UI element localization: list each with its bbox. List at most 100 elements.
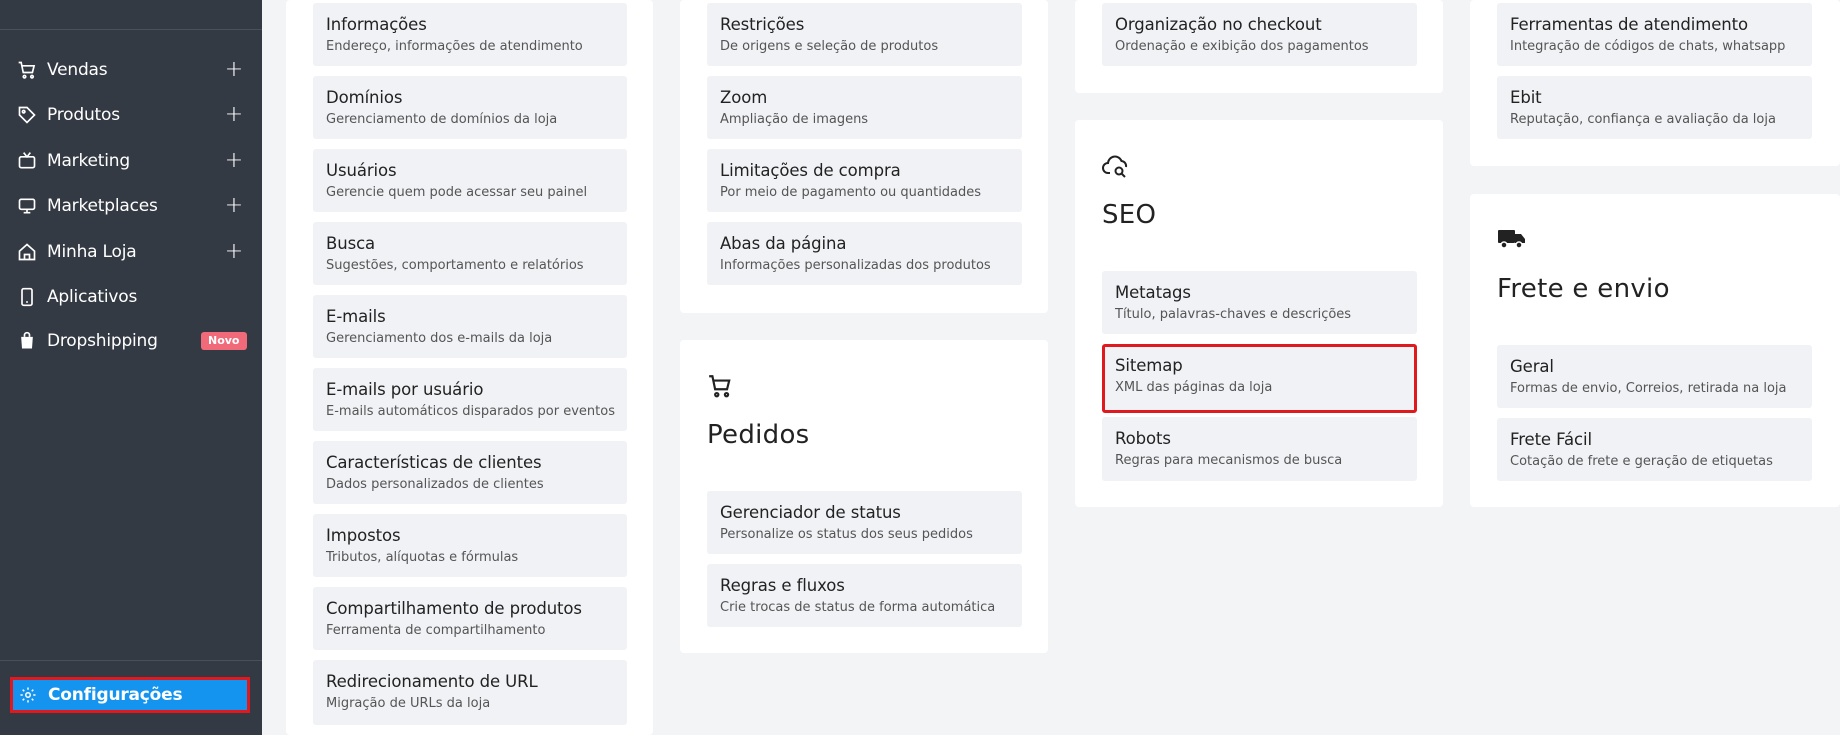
- settings-item-emails[interactable]: E-mails Gerenciamento dos e-mails da loj…: [313, 295, 627, 358]
- item-description: Sugestões, comportamento e relatórios: [326, 258, 584, 273]
- tag-icon: [17, 105, 37, 125]
- sidebar-item-aplicativos[interactable]: Aplicativos: [0, 279, 262, 315]
- item-description: Gerenciamento dos e-mails da loja: [326, 331, 553, 346]
- item-description: Crie trocas de status de forma automátic…: [720, 600, 996, 615]
- card-title: SEO: [1102, 200, 1157, 230]
- sidebar-item-label: Configurações: [48, 685, 183, 705]
- item-description: De origens e seleção de produtos: [720, 39, 939, 54]
- settings-item-metatags[interactable]: Metatags Título, palavras-chaves e descr…: [1102, 271, 1417, 334]
- item-title: Gerenciador de status: [720, 503, 901, 522]
- item-description: Ferramenta de compartilhamento: [326, 623, 546, 638]
- settings-card-seo: SEO Metatags Título, palavras-chaves e d…: [1075, 120, 1443, 507]
- sidebar-item-label: Minha Loja: [47, 242, 137, 262]
- item-description: Título, palavras-chaves e descrições: [1115, 307, 1352, 322]
- item-description: Tributos, alíquotas e fórmulas: [326, 550, 519, 565]
- sidebar-item-label: Aplicativos: [47, 287, 138, 307]
- item-description: Por meio de pagamento ou quantidades: [720, 185, 982, 200]
- gear-icon: [18, 685, 38, 705]
- sidebar-item-minha-loja[interactable]: Minha Loja +: [0, 234, 262, 270]
- sidebar-item-vendas[interactable]: Vendas +: [0, 52, 262, 88]
- item-title: Robots: [1115, 429, 1171, 448]
- expand-plus-icon[interactable]: +: [224, 195, 244, 217]
- settings-item-caracteristicas-clientes[interactable]: Características de clientes Dados person…: [313, 441, 627, 504]
- settings-card-frete: Frete e envio Geral Formas de envio, Cor…: [1470, 194, 1840, 507]
- item-description: Migração de URLs da loja: [326, 696, 491, 711]
- sidebar-item-marketing[interactable]: Marketing +: [0, 143, 262, 179]
- sidebar-item-dropshipping[interactable]: Dropshipping Novo: [0, 323, 262, 359]
- item-description: Dados personalizados de clientes: [326, 477, 544, 492]
- settings-card-produtos: Restrições De origens e seleção de produ…: [680, 0, 1048, 313]
- item-description: Reputação, confiança e avaliação da loja: [1510, 112, 1776, 127]
- settings-item-gerenciador-status[interactable]: Gerenciador de status Personalize os sta…: [707, 491, 1022, 554]
- item-title: Metatags: [1115, 283, 1191, 302]
- item-title: Organização no checkout: [1115, 15, 1322, 34]
- expand-plus-icon[interactable]: +: [224, 241, 244, 263]
- monitor-icon: [17, 196, 37, 216]
- item-title: Geral: [1510, 357, 1554, 376]
- settings-item-ferramentas-atendimento[interactable]: Ferramentas de atendimento Integração de…: [1497, 3, 1812, 66]
- divider: [0, 660, 262, 661]
- divider: [0, 29, 262, 30]
- settings-item-informacoes[interactable]: Informações Endereço, informações de ate…: [313, 3, 627, 66]
- settings-item-frete-facil[interactable]: Frete Fácil Cotação de frete e geração d…: [1497, 418, 1812, 481]
- item-title: Zoom: [720, 88, 768, 107]
- cloud-search-icon: [1102, 153, 1134, 185]
- item-title: Frete Fácil: [1510, 430, 1592, 449]
- settings-card-pagamentos: Organização no checkout Ordenação e exib…: [1075, 0, 1443, 93]
- item-description: Endereço, informações de atendimento: [326, 39, 583, 54]
- settings-item-limitacoes[interactable]: Limitações de compra Por meio de pagamen…: [707, 149, 1022, 212]
- home-icon: [17, 242, 37, 262]
- item-description: Informações personalizadas dos produtos: [720, 258, 991, 273]
- sidebar-item-label: Vendas: [47, 60, 108, 80]
- new-badge: Novo: [201, 332, 247, 350]
- item-title: Domínios: [326, 88, 403, 107]
- item-title: Redirecionamento de URL: [326, 672, 538, 691]
- settings-item-regras-fluxos[interactable]: Regras e fluxos Crie trocas de status de…: [707, 564, 1022, 627]
- expand-plus-icon[interactable]: +: [224, 150, 244, 172]
- item-title: Características de clientes: [326, 453, 542, 472]
- sidebar-item-label: Dropshipping: [47, 331, 158, 351]
- settings-card-pedidos: Pedidos Gerenciador de status Personaliz…: [680, 340, 1048, 653]
- settings-item-restricoes[interactable]: Restrições De origens e seleção de produ…: [707, 3, 1022, 66]
- item-title: Busca: [326, 234, 376, 253]
- settings-item-compartilhamento[interactable]: Compartilhamento de produtos Ferramenta …: [313, 587, 627, 650]
- settings-item-zoom[interactable]: Zoom Ampliação de imagens: [707, 76, 1022, 139]
- cart-icon: [707, 373, 739, 405]
- sidebar-item-label: Marketing: [47, 151, 130, 171]
- settings-item-usuarios[interactable]: Usuários Gerencie quem pode acessar seu …: [313, 149, 627, 212]
- settings-card-general: Informações Endereço, informações de ate…: [286, 0, 653, 735]
- settings-item-sitemap[interactable]: Sitemap XML das páginas da loja: [1102, 344, 1417, 413]
- item-title: Compartilhamento de produtos: [326, 599, 582, 618]
- item-title: Regras e fluxos: [720, 576, 845, 595]
- item-title: Abas da página: [720, 234, 847, 253]
- settings-item-geral[interactable]: Geral Formas de envio, Correios, retirad…: [1497, 345, 1812, 408]
- expand-plus-icon[interactable]: +: [224, 104, 244, 126]
- tv-icon: [17, 151, 37, 171]
- item-description: XML das páginas da loja: [1115, 380, 1273, 395]
- item-title: E-mails por usuário: [326, 380, 484, 399]
- settings-item-robots[interactable]: Robots Regras para mecanismos de busca: [1102, 417, 1417, 481]
- item-title: Ferramentas de atendimento: [1510, 15, 1748, 34]
- settings-item-dominios[interactable]: Domínios Gerenciamento de domínios da lo…: [313, 76, 627, 139]
- cart-icon: [17, 60, 37, 80]
- settings-item-impostos[interactable]: Impostos Tributos, alíquotas e fórmulas: [313, 514, 627, 577]
- sidebar-item-configuracoes[interactable]: Configurações: [10, 677, 250, 713]
- bag-icon: [17, 331, 37, 351]
- settings-item-busca[interactable]: Busca Sugestões, comportamento e relatór…: [313, 222, 627, 285]
- settings-item-ebit[interactable]: Ebit Reputação, confiança e avaliação da…: [1497, 76, 1812, 139]
- settings-item-emails-por-usuario[interactable]: E-mails por usuário E-mails automáticos …: [313, 368, 627, 431]
- item-description: Ordenação e exibição dos pagamentos: [1115, 39, 1369, 54]
- expand-plus-icon[interactable]: +: [224, 59, 244, 81]
- item-description: Ampliação de imagens: [720, 112, 869, 127]
- settings-item-redirecionamento[interactable]: Redirecionamento de URL Migração de URLs…: [313, 660, 627, 725]
- sidebar-item-label: Produtos: [47, 105, 120, 125]
- sidebar-item-marketplaces[interactable]: Marketplaces +: [0, 188, 262, 224]
- settings-item-abas[interactable]: Abas da página Informações personalizada…: [707, 222, 1022, 285]
- sidebar: Vendas + Produtos + Marketing + Marketpl…: [0, 0, 262, 735]
- settings-item-organizacao-checkout[interactable]: Organização no checkout Ordenação e exib…: [1102, 3, 1417, 66]
- item-description: Formas de envio, Correios, retirada na l…: [1510, 381, 1787, 396]
- settings-card-atendimento: Ferramentas de atendimento Integração de…: [1470, 0, 1840, 166]
- item-title: Ebit: [1510, 88, 1542, 107]
- item-title: Limitações de compra: [720, 161, 901, 180]
- sidebar-item-produtos[interactable]: Produtos +: [0, 97, 262, 133]
